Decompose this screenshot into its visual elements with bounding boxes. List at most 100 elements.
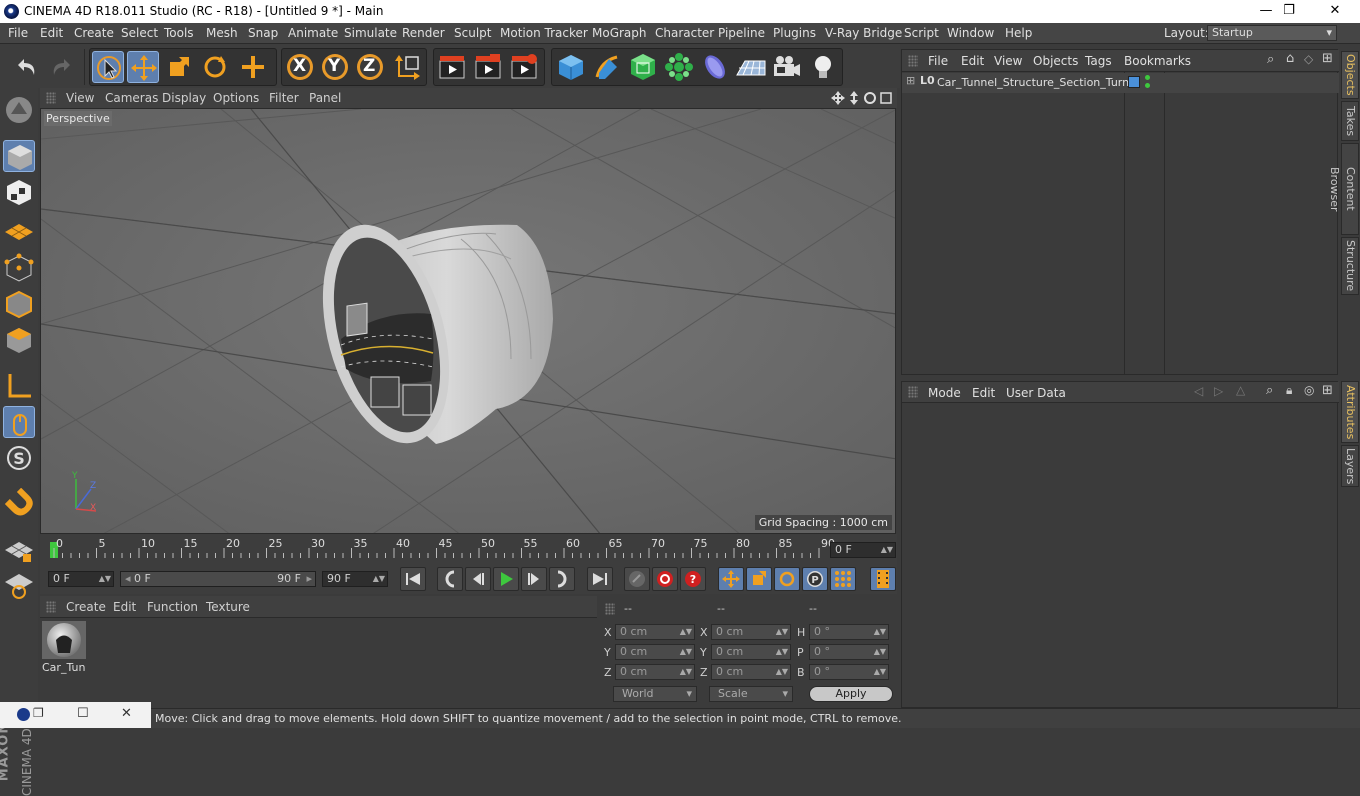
size-x-field[interactable]: 0 cm ▲▼ <box>711 624 791 640</box>
rot-b-field[interactable]: 0 ° ▲▼ <box>809 664 889 680</box>
material-thumbnail[interactable]: Car_Tun <box>42 621 86 674</box>
pos-z-field[interactable]: 0 cm ▲▼ <box>615 664 695 680</box>
tab-attributes[interactable]: Attributes <box>1341 381 1359 443</box>
maximize-icon[interactable]: ☐ <box>77 706 89 721</box>
close-button[interactable]: ✕ <box>1312 0 1358 23</box>
snap-button[interactable] <box>3 487 35 520</box>
object-menu-edit[interactable]: Edit <box>961 54 984 68</box>
add-floor-button[interactable] <box>735 51 767 83</box>
enable-axis-button[interactable] <box>3 370 35 402</box>
tab-objects[interactable]: Objects <box>1341 51 1359 99</box>
current-frame-field[interactable]: 0 F ▲▼ <box>830 542 896 558</box>
new-window-icon[interactable]: ⊞ <box>1322 51 1333 66</box>
y-axis-button[interactable]: Y <box>319 51 351 83</box>
menu-pipeline[interactable]: Pipeline <box>718 26 765 40</box>
key-parameter-button[interactable]: P <box>802 567 828 591</box>
move-tool-button[interactable] <box>127 51 159 83</box>
menu-simulate[interactable]: Simulate <box>344 26 397 40</box>
object-menu-tags[interactable]: Tags <box>1085 54 1112 68</box>
end-frame-field[interactable]: 90 F ▲▼ <box>322 571 388 587</box>
menu-mograph[interactable]: MoGraph <box>592 26 647 40</box>
key-scale-button[interactable] <box>746 567 772 591</box>
object-menu-bookmarks[interactable]: Bookmarks <box>1124 54 1191 68</box>
scale-tool-button[interactable] <box>163 51 195 83</box>
lock-icon[interactable]: 🔒︎ <box>1286 383 1292 398</box>
size-z-field[interactable]: 0 cm ▲▼ <box>711 664 791 680</box>
undo-button[interactable] <box>10 51 42 83</box>
menu-tools[interactable]: Tools <box>164 26 194 40</box>
go-to-end-button[interactable] <box>587 567 613 591</box>
rot-h-field[interactable]: 0 ° ▲▼ <box>809 624 889 640</box>
go-to-start-button[interactable] <box>400 567 426 591</box>
menu-snap[interactable]: Snap <box>248 26 278 40</box>
editor-visibility-dot[interactable] <box>1145 75 1150 80</box>
material-menu-edit[interactable]: Edit <box>113 600 136 614</box>
forward-arrow-icon[interactable]: ▷ <box>1214 384 1223 398</box>
add-camera-button[interactable] <box>771 51 803 83</box>
up-arrow-icon[interactable]: △ <box>1236 383 1245 397</box>
taskbar-thumbnail[interactable]: ❐ ☐ ✕ <box>0 702 151 728</box>
texture-mode-button[interactable] <box>3 176 35 208</box>
menu-window[interactable]: Window <box>947 26 994 40</box>
object-menu-objects[interactable]: Objects <box>1033 54 1078 68</box>
model-mode-button[interactable] <box>3 140 35 172</box>
autokey-button[interactable] <box>652 567 678 591</box>
menu-plugins[interactable]: Plugins <box>773 26 816 40</box>
apply-button[interactable]: Apply <box>809 686 893 702</box>
key-rotation-button[interactable] <box>774 567 800 591</box>
solo-button[interactable]: S <box>3 442 35 474</box>
render-picture-viewer-button[interactable] <box>472 51 504 83</box>
layer-color-swatch[interactable] <box>1128 76 1140 88</box>
layout-select[interactable]: Startup ▾ <box>1207 25 1337 41</box>
workplane-rotate-button[interactable] <box>3 568 35 600</box>
object-menu-view[interactable]: View <box>994 54 1022 68</box>
viewport-menu-panel[interactable]: Panel <box>309 91 341 105</box>
workplane-mode-button[interactable] <box>3 214 35 246</box>
x-axis-button[interactable]: X <box>284 51 316 83</box>
start-frame-field[interactable]: 0 F ▲▼ <box>48 571 114 587</box>
expand-icon[interactable]: ⊞ <box>906 74 915 87</box>
material-menu-function[interactable]: Function <box>147 600 198 614</box>
menu-sculpt[interactable]: Sculpt <box>454 26 491 40</box>
timeline-window-button[interactable] <box>870 567 896 591</box>
search-icon[interactable]: ⌕ <box>1267 52 1274 67</box>
next-frame-button[interactable] <box>521 567 547 591</box>
add-spline-pen-button[interactable] <box>591 51 623 83</box>
coordinate-system-button[interactable] <box>392 51 424 83</box>
tab-content-browser[interactable]: Content Browser <box>1328 143 1359 235</box>
record-keys-button[interactable] <box>624 567 650 591</box>
add-deformer-button[interactable] <box>699 51 731 83</box>
maximize-button[interactable]: ❐ <box>1266 0 1312 23</box>
render-settings-button[interactable] <box>508 51 540 83</box>
frame-range-slider[interactable]: ◂ 0 F 90 F ▸ <box>120 571 316 587</box>
menu-edit[interactable]: Edit <box>40 26 63 40</box>
close-icon[interactable]: ✕ <box>121 706 132 721</box>
menu-mesh[interactable]: Mesh <box>206 26 238 40</box>
edges-mode-button[interactable] <box>3 288 35 320</box>
coordinate-system-select[interactable]: World ▾ <box>613 686 697 702</box>
menu-character[interactable]: Character <box>655 26 714 40</box>
tweak-mode-button[interactable] <box>3 406 35 438</box>
render-view-button[interactable] <box>436 51 468 83</box>
redo-button[interactable] <box>46 51 78 83</box>
add-light-button[interactable] <box>807 51 839 83</box>
viewport-menu-options[interactable]: Options <box>213 91 259 105</box>
key-pla-button[interactable] <box>830 567 856 591</box>
attributes-menu-user-data[interactable]: User Data <box>1006 386 1066 400</box>
next-key-button[interactable] <box>549 567 575 591</box>
viewport-menu-display[interactable]: Display <box>162 91 206 105</box>
perspective-viewport[interactable]: Y Z X Perspective Grid Spacing : 1000 cm <box>40 108 896 534</box>
menu-render[interactable]: Render <box>402 26 445 40</box>
tab-layers[interactable]: Layers <box>1341 445 1359 487</box>
menu-select[interactable]: Select <box>121 26 158 40</box>
back-icon[interactable]: ◇ <box>1304 52 1313 66</box>
size-mode-select[interactable]: Scale ▾ <box>709 686 793 702</box>
make-editable-button[interactable] <box>3 94 35 126</box>
rot-p-field[interactable]: 0 ° ▲▼ <box>809 644 889 660</box>
material-menu-texture[interactable]: Texture <box>206 600 250 614</box>
workplane-lock-button[interactable] <box>3 534 35 566</box>
tab-takes[interactable]: Takes <box>1341 101 1359 141</box>
menu-help[interactable]: Help <box>1005 26 1032 40</box>
drag-grip-icon[interactable] <box>46 601 56 613</box>
viewport-menu-view[interactable]: View <box>66 91 94 105</box>
